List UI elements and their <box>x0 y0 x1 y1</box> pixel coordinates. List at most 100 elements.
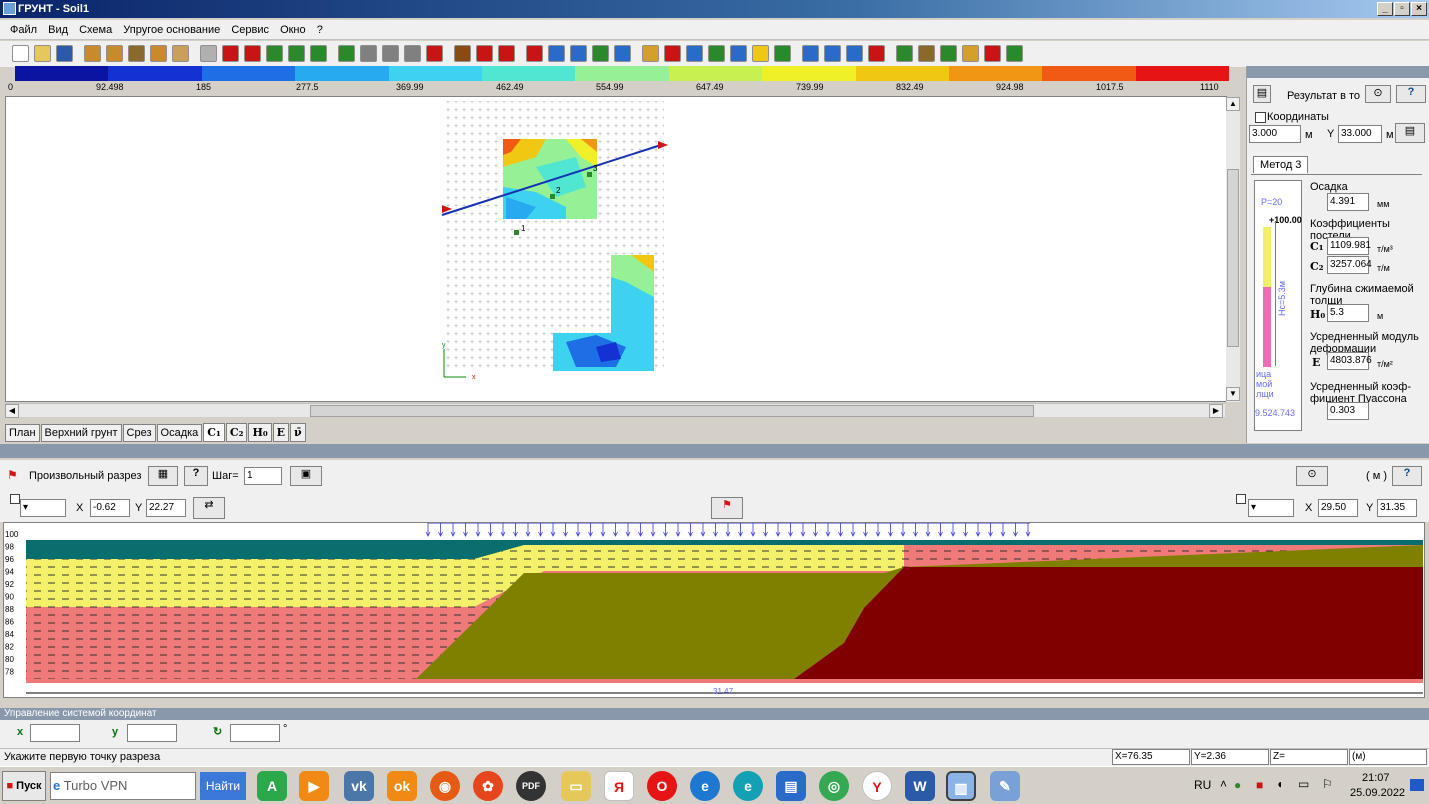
toolbar-tool-icon[interactable] <box>570 45 587 62</box>
toolbar-tool-icon[interactable] <box>150 45 167 62</box>
toolbar-tool-icon[interactable] <box>824 45 841 62</box>
panel-doc-icon[interactable]: ▤ <box>1253 85 1271 103</box>
coordsys-x-input[interactable] <box>30 724 80 742</box>
toolbar-tool-icon[interactable] <box>774 45 791 62</box>
toolbar-tool-icon[interactable] <box>846 45 863 62</box>
method-tab[interactable]: Метод 3 <box>1253 156 1309 173</box>
menu-scheme[interactable]: Схема <box>75 20 116 36</box>
close-button[interactable]: × <box>1411 2 1427 16</box>
vk-icon[interactable]: vk <box>344 771 374 801</box>
menu-file[interactable]: Файл <box>0 20 41 36</box>
scroll-thumb[interactable] <box>1227 169 1239 347</box>
toolbar-tool-icon[interactable] <box>404 45 421 62</box>
section-help-button[interactable]: ? <box>1392 466 1422 486</box>
menu-help[interactable]: ? <box>313 20 327 36</box>
toolbar-tool-icon[interactable] <box>940 45 957 62</box>
point-2[interactable] <box>550 194 555 199</box>
opera-icon[interactable]: O <box>647 771 677 801</box>
section-calc-icon[interactable]: ▦ <box>148 466 178 486</box>
scroll-down-icon[interactable]: ▼ <box>1226 387 1240 401</box>
coords-checkbox[interactable] <box>1255 112 1266 123</box>
show-desktop-icon[interactable] <box>1410 779 1424 791</box>
ok-icon[interactable]: ok <box>387 771 417 801</box>
tab-top-soil[interactable]: Верхний грунт <box>40 424 122 442</box>
yandex-browser-icon[interactable]: Y <box>862 771 892 801</box>
menu-elastic[interactable]: Упругое основание <box>119 20 224 36</box>
toolbar-tool-icon[interactable] <box>266 45 283 62</box>
toolbar-tool-icon[interactable] <box>664 45 681 62</box>
toolbar-tool-icon[interactable] <box>310 45 327 62</box>
x-coord-input[interactable]: 3.000 <box>1249 125 1301 143</box>
section-help-icon[interactable]: ? <box>184 466 208 486</box>
toolbar-tool-icon[interactable] <box>128 45 145 62</box>
toolbar-tool-icon[interactable] <box>1006 45 1023 62</box>
tab-h0[interactable]: H₀ <box>248 423 272 442</box>
plan-horizontal-scrollbar[interactable]: ◀ ▶ <box>5 403 1225 418</box>
flag-button-icon[interactable]: ⚑ <box>711 497 743 519</box>
tray-expand-icon[interactable]: ˄ <box>1220 777 1227 791</box>
toolbar-tool-icon[interactable] <box>12 45 29 62</box>
toolbar-tool-icon[interactable] <box>360 45 377 62</box>
toolbar-tool-icon[interactable] <box>730 45 747 62</box>
y1-input[interactable]: 22.27 <box>146 499 186 517</box>
ie-icon[interactable]: e <box>690 771 720 801</box>
plan-vertical-scrollbar[interactable]: ▲ ▼ <box>1226 97 1240 402</box>
pdf-icon[interactable]: PDF <box>516 771 546 801</box>
app-circle-icon[interactable]: ✿ <box>473 771 503 801</box>
start-button[interactable]: ■ Пуск <box>2 771 46 801</box>
edge-browser-icon[interactable]: e <box>733 771 763 801</box>
tab-settlement[interactable]: Осадка <box>156 424 203 442</box>
toolbar-tool-icon[interactable] <box>526 45 543 62</box>
end-checkbox[interactable] <box>1236 494 1246 504</box>
toolbar-tool-icon[interactable] <box>106 45 123 62</box>
toolbar-tool-icon[interactable] <box>708 45 725 62</box>
tray-app-icon[interactable]: ■ <box>1256 778 1263 792</box>
foundation-top[interactable] <box>503 139 597 219</box>
point-1[interactable] <box>514 230 519 235</box>
x1-input[interactable]: -0.62 <box>90 499 130 517</box>
flag-tray-icon[interactable]: ⚐ <box>1322 777 1333 791</box>
help-button[interactable]: ? <box>1396 85 1426 103</box>
toolbar-tool-icon[interactable] <box>338 45 355 62</box>
toolbar-tool-icon[interactable] <box>222 45 239 62</box>
scroll-left-icon[interactable]: ◀ <box>5 404 19 418</box>
start-checkbox[interactable] <box>10 494 20 504</box>
menu-window[interactable]: Окно <box>276 20 310 36</box>
toolbar-tool-icon[interactable] <box>426 45 443 62</box>
paint-icon[interactable]: ✎ <box>990 771 1020 801</box>
toolbar-tool-icon[interactable] <box>896 45 913 62</box>
toolbar-tool-icon[interactable] <box>962 45 979 62</box>
toolbar-tool-icon[interactable] <box>172 45 189 62</box>
soil-app-icon[interactable]: ▥ <box>946 771 976 801</box>
minimize-button[interactable]: _ <box>1377 2 1393 16</box>
find-button[interactable]: Найти <box>200 772 246 800</box>
menu-view[interactable]: Вид <box>44 20 72 36</box>
coordsys-y-input[interactable] <box>127 724 177 742</box>
app-a-icon[interactable]: A <box>257 771 287 801</box>
section-image-icon[interactable]: ▣ <box>290 466 322 486</box>
step-input[interactable]: 1 <box>244 467 282 485</box>
chrome-icon[interactable]: ◎ <box>819 771 849 801</box>
firefox-icon[interactable]: ◉ <box>430 771 460 801</box>
tab-e[interactable]: E <box>272 423 290 442</box>
toolbar-tool-icon[interactable] <box>382 45 399 62</box>
toolbar-tool-icon[interactable] <box>200 45 217 62</box>
toolbar-tool-icon[interactable] <box>614 45 631 62</box>
toolbar-tool-icon[interactable] <box>868 45 885 62</box>
scroll-right-icon[interactable]: ▶ <box>1209 404 1223 418</box>
coordsys-angle-input[interactable] <box>230 724 280 742</box>
hscroll-thumb[interactable] <box>310 405 1034 417</box>
soil-profile[interactable]: 100 98 96 94 92 90 88 86 84 82 80 78 31.47 <box>3 522 1425 698</box>
y-coord-input[interactable]: 33.000 <box>1338 125 1382 143</box>
toolbar-tool-icon[interactable] <box>84 45 101 62</box>
yandex-icon[interactable]: Я <box>604 771 634 801</box>
toolbar-tool-icon[interactable] <box>752 45 769 62</box>
y2-input[interactable]: 31.35 <box>1377 499 1417 517</box>
pick-point-icon[interactable]: ▤ <box>1395 123 1425 143</box>
tasks-icon[interactable]: ▤ <box>776 771 806 801</box>
toolbar-tool-icon[interactable] <box>802 45 819 62</box>
toolbar-tool-icon[interactable] <box>454 45 471 62</box>
point-3[interactable] <box>587 172 592 177</box>
toolbar-tool-icon[interactable] <box>548 45 565 62</box>
volume-icon[interactable]: ◖ <box>1276 777 1283 791</box>
